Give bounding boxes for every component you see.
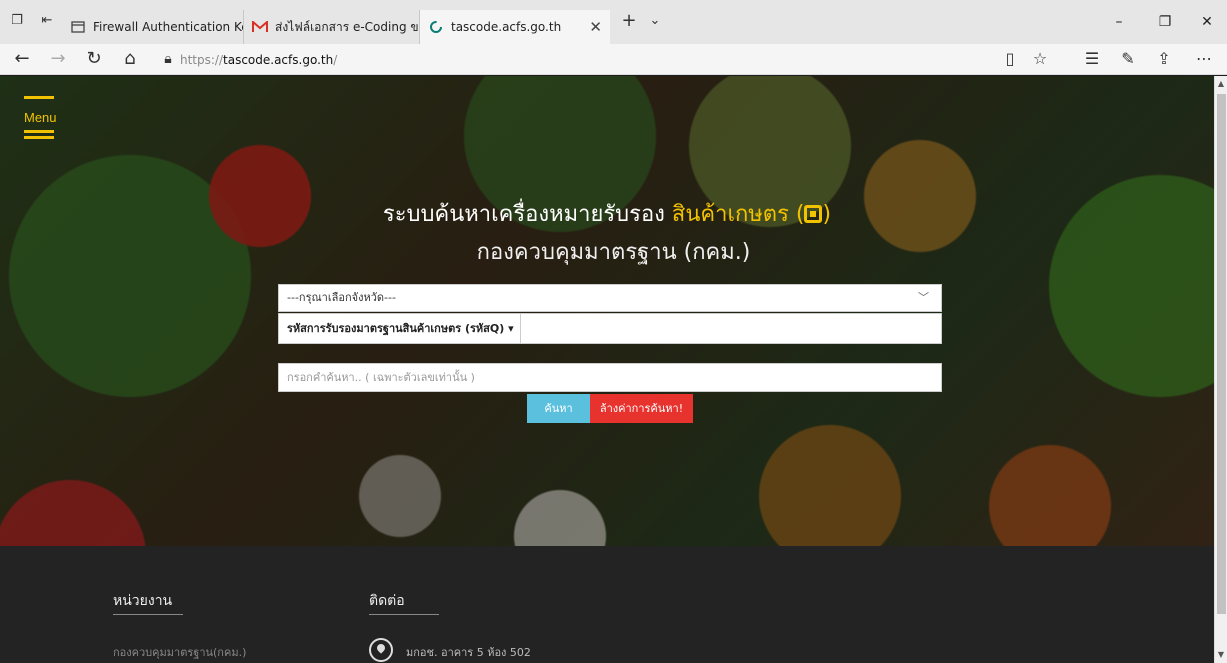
url-host: tascode.acfs.go.th [223,53,334,67]
footer-divider [113,614,183,615]
scroll-down-icon[interactable]: ▼ [1215,649,1227,661]
browser-navbar: ← → ↻ ⌂ 🔒︎ https://tascode.acfs.go.th / ▯… [0,44,1227,75]
address-bar[interactable]: https://tascode.acfs.go.th / [180,49,480,71]
gmail-icon [252,19,268,35]
search-button[interactable]: ค้นหา [527,394,590,423]
lock-icon: 🔒︎ [164,51,172,67]
scroll-thumb[interactable] [1217,94,1226,614]
tab-manager-icon[interactable]: ❐ [8,12,26,30]
browser-titlebar: ❐ ⇤ Firewall Authentication Keej ส่งไฟล์… [0,0,1227,44]
back-icon[interactable]: ← [8,47,36,71]
tab-firewall[interactable]: Firewall Authentication Keej [62,10,244,44]
reading-view-icon[interactable]: ▯ [996,47,1024,71]
share-icon[interactable]: ⇪ [1150,47,1178,71]
refresh-icon[interactable]: ↻ [80,47,108,71]
title-accent-end: ) [822,202,832,227]
clear-search-button[interactable]: ล้างค่าการค้นหา! [590,394,693,423]
tab-gmail[interactable]: ส่งไฟล์เอกสาร e-Coding ของค่ [244,10,420,44]
close-tab-icon[interactable]: ✕ [579,18,602,36]
title-main: ระบบค้นหาเครื่องหมายรับรอง [382,202,672,227]
restore-icon[interactable]: ❐ [1142,8,1188,36]
page-subtitle: กองควบคุมมาตรฐาน (กคม.) [476,240,751,265]
hamburger-icon-bottom [24,130,54,133]
menu-label: Menu [24,110,57,125]
set-aside-tabs-icon[interactable]: ⇤ [38,12,56,30]
tab-label: ส่งไฟล์เอกสาร e-Coding ของค่ [275,19,419,34]
tab-label: tascode.acfs.go.th [451,20,562,34]
footer-org-heading: หน่วยงาน [113,593,173,609]
title-accent: สินค้าเกษตร ( [671,202,805,227]
tab-label: Firewall Authentication Keej [93,20,244,34]
forward-icon[interactable]: → [44,47,72,71]
code-search-row: รหัสการรับรองมาตรฐานสินค้าเกษตร (รหัสQ) … [278,313,942,344]
hero-banner: Menu ระบบค้นหาเครื่องหมายรับรอง สินค้าเก… [0,76,1214,546]
new-tab-icon[interactable]: + [620,12,638,30]
code-type-dropdown[interactable]: รหัสการรับรองมาตรฐานสินค้าเกษตร (รหัสQ) … [279,314,521,343]
footer-divider [369,614,439,615]
url-path: / [333,53,338,67]
province-select[interactable]: ---กรุณาเลือกจังหวัด--- ﹀ [278,284,942,312]
chevron-down-icon: ﹀ [918,291,929,304]
footer-org-name[interactable]: กองควบคุมมาตรฐาน(กคม.) [113,643,246,661]
q-mark-icon [804,205,823,223]
close-window-icon[interactable]: ✕ [1184,8,1227,36]
location-pin-icon [369,638,393,662]
footer-address: มกอช. อาคาร 5 ห้อง 502 [406,646,531,659]
hamburger-icon-bottom-2 [24,136,54,139]
page-title: ระบบค้นหาเครื่องหมายรับรอง สินค้าเกษตร (… [0,196,1214,231]
province-select-value: ---กรุณาเลือกจังหวัด--- [287,291,396,304]
page-icon [70,19,86,35]
footer-contact-heading: ติดต่อ [369,593,405,609]
more-options-icon[interactable]: ⋯ [1190,47,1218,71]
tab-tascode[interactable]: tascode.acfs.go.th ✕ [420,10,610,44]
minimize-icon[interactable]: – [1096,8,1142,36]
url-scheme: https:// [180,53,224,67]
favorite-star-icon[interactable]: ☆ [1026,47,1054,71]
web-note-icon[interactable]: ✎ [1114,47,1142,71]
hamburger-icon [24,96,54,99]
scroll-up-icon[interactable]: ▲ [1215,78,1227,90]
code-input[interactable] [524,314,941,343]
home-icon[interactable]: ⌂ [116,47,144,71]
search-input[interactable]: กรอกคำค้นหา.. ( เฉพาะตัวเลขเท่านั้น ) [278,363,942,392]
loading-icon [428,19,444,35]
site-footer: หน่วยงาน กองควบคุมมาตรฐาน(กคม.) ติดต่อ ม… [0,546,1214,663]
menu-button[interactable]: Menu [24,96,64,144]
tab-preview-chevron-icon[interactable]: ⌄ [646,12,664,30]
page-scrollbar[interactable]: ▲ ▼ [1214,76,1227,663]
favorites-hub-icon[interactable]: ☰ [1078,47,1106,71]
